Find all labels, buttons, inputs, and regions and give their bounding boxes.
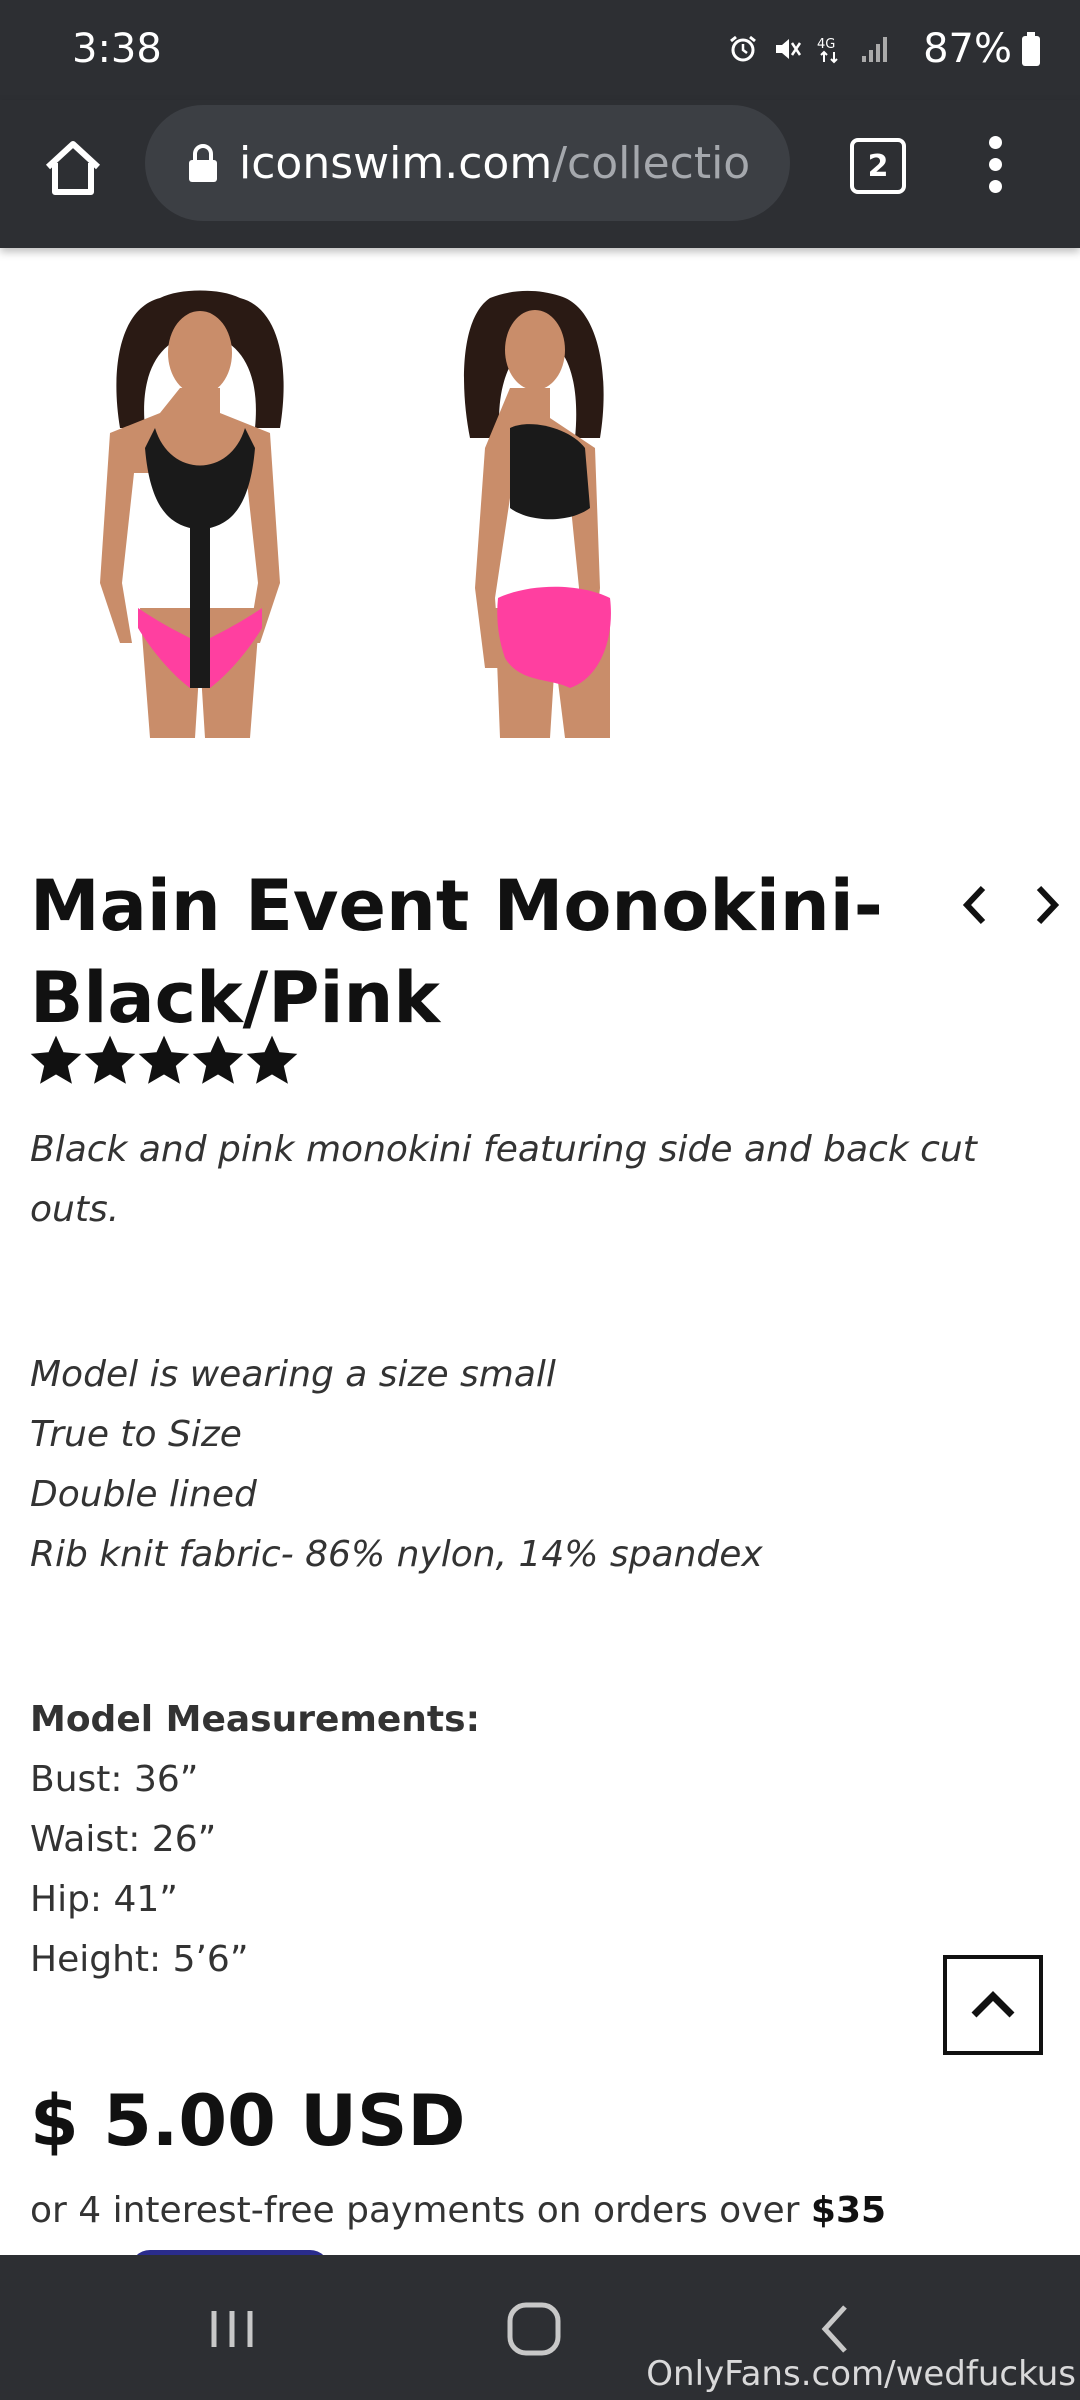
status-bar: 3:38 4G 87% xyxy=(0,0,1080,100)
home-icon[interactable] xyxy=(40,135,106,201)
product-description: Black and pink monokini featuring side a… xyxy=(30,1129,977,1230)
lock-icon xyxy=(189,144,217,182)
url-bar[interactable]: iconswim.com/collectio xyxy=(145,105,790,221)
star-icon xyxy=(246,1035,298,1084)
installments-text: or 4 interest-free payments on orders ov… xyxy=(30,2190,811,2231)
product-image-back[interactable] xyxy=(410,278,690,738)
measurement-line: Bust: 36” xyxy=(30,1759,199,1800)
product-nav xyxy=(955,880,1067,930)
detail-line: Rib knit fabric- 86% nylon, 14% spandex xyxy=(30,1534,763,1575)
star-icon xyxy=(192,1035,244,1084)
tab-count: 2 xyxy=(867,148,889,184)
alarm-icon xyxy=(730,35,756,62)
detail-line: True to Size xyxy=(30,1414,242,1455)
url-domain: iconswim.com xyxy=(239,137,553,189)
url-path: /collectio xyxy=(552,137,751,189)
back-to-top-button[interactable] xyxy=(943,1955,1043,2055)
product-image-front[interactable] xyxy=(60,278,340,738)
product-details: Model is wearing a size small True to Si… xyxy=(30,1345,1030,1585)
overflow-menu-icon[interactable] xyxy=(978,136,1014,193)
previous-product-icon[interactable] xyxy=(955,880,995,930)
star-icon xyxy=(30,1035,82,1084)
signal-icon xyxy=(862,37,887,62)
svg-text:4G: 4G xyxy=(817,37,835,52)
url-text: iconswim.com/collectio xyxy=(239,138,759,189)
measurements-heading: Model Measurements: xyxy=(30,1699,480,1740)
home-button-icon[interactable] xyxy=(502,2297,566,2361)
detail-line: Double lined xyxy=(30,1474,257,1515)
detail-line: Model is wearing a size small xyxy=(30,1354,556,1395)
mute-icon xyxy=(776,39,802,59)
measurement-line: Hip: 41” xyxy=(30,1879,178,1920)
model-measurements: Model Measurements: Bust: 36” Waist: 26”… xyxy=(30,1690,1030,1990)
status-time: 3:38 xyxy=(72,26,162,72)
battery-percent: 87% xyxy=(923,26,1012,72)
back-icon[interactable] xyxy=(805,2297,869,2361)
product-title: Main Event Monokini- Black/Pink xyxy=(30,865,883,1039)
recent-apps-icon[interactable] xyxy=(200,2297,264,2361)
star-icon xyxy=(138,1035,190,1084)
battery-icon xyxy=(1022,32,1040,66)
status-icons: 4G xyxy=(728,34,890,64)
installments-threshold: $35 xyxy=(810,2190,887,2231)
installments-note: or 4 interest-free payments on orders ov… xyxy=(30,2190,886,2231)
star-rating xyxy=(30,1035,298,1087)
browser-toolbar: iconswim.com/collectio 2 xyxy=(0,100,1080,248)
measurement-line: Waist: 26” xyxy=(30,1819,217,1860)
next-product-icon[interactable] xyxy=(1027,880,1067,930)
watermark: OnlyFans.com/wedfuckus xyxy=(646,2354,1076,2394)
tab-switcher-button[interactable]: 2 xyxy=(850,138,906,194)
measurement-line: Height: 5’6” xyxy=(30,1939,249,1980)
4g-icon: 4G xyxy=(817,37,838,64)
system-navigation-bar: OnlyFans.com/wedfuckus xyxy=(0,2255,1080,2400)
product-image-gallery xyxy=(0,248,1080,768)
chevron-up-icon xyxy=(971,1991,1015,2018)
product-price: $ 5.00 USD xyxy=(30,2080,466,2162)
star-icon xyxy=(84,1035,136,1084)
